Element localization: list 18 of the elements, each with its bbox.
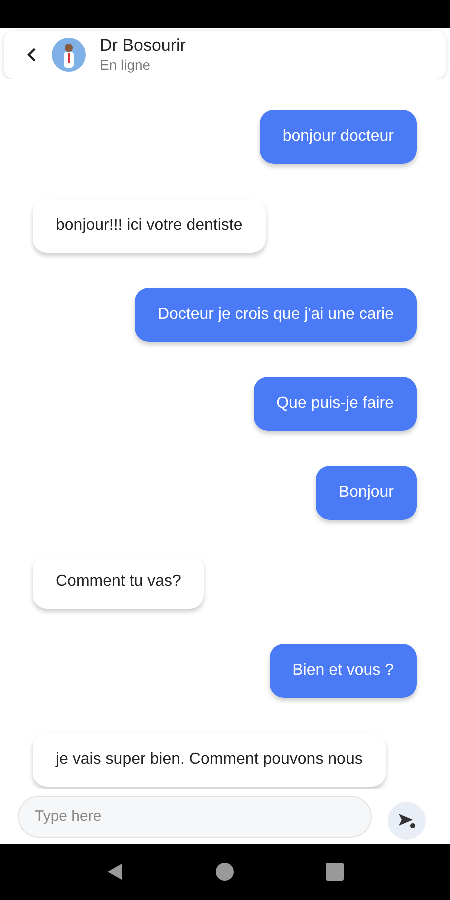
send-icon [398, 812, 416, 828]
sent-message: bonjour docteur [260, 110, 417, 164]
message-input[interactable]: Type here [18, 796, 372, 838]
contact-status: En ligne [100, 56, 152, 74]
home-icon[interactable] [216, 862, 234, 880]
sent-message: Bonjour [316, 466, 417, 520]
received-message: je vais super bien. Comment pouvons nous [33, 733, 386, 787]
back-icon[interactable] [26, 48, 38, 62]
received-message: Comment tu vas? [33, 555, 204, 609]
sent-message: Docteur je crois que j'ai une carie [134, 288, 417, 342]
back-icon[interactable] [106, 862, 124, 880]
avatar [52, 38, 86, 72]
sent-message: Bien et vous ? [270, 644, 417, 698]
sent-message: Que puis-je faire [254, 377, 417, 431]
contact-name: Dr Bosourir [100, 36, 186, 56]
send-button[interactable] [388, 802, 426, 840]
received-message: bonjour!!! ici votre dentiste [33, 199, 266, 253]
recents-icon[interactable] [326, 862, 344, 880]
